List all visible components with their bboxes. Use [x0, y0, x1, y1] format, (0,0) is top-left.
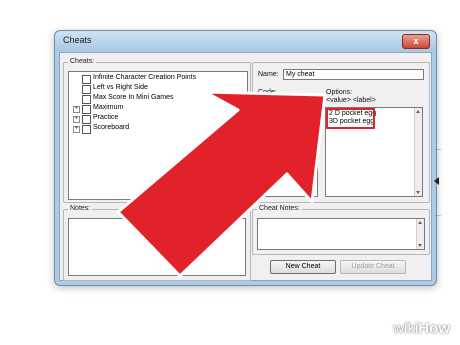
cheat-notes-textarea[interactable] [257, 218, 425, 250]
expand-plus-icon[interactable]: + [73, 106, 80, 113]
splitter-grip-top[interactable]: ... [435, 145, 441, 152]
collapse-arrow-icon[interactable] [434, 177, 439, 185]
new-cheat-button[interactable]: New Cheat [270, 260, 336, 274]
cheat-checkbox[interactable] [82, 85, 91, 94]
close-button[interactable]: x [402, 34, 430, 49]
cheat-checkbox[interactable] [82, 125, 91, 134]
options-format-hint: <value> <label> [326, 97, 376, 104]
cheats-group-label: Cheats: [68, 58, 97, 65]
wikihow-logo: wikiHow [393, 320, 450, 337]
cheat-tree-label: Left vs Right Side [93, 84, 148, 91]
cheats-tree[interactable]: Infinite Character Creation Points Left v… [68, 71, 248, 200]
code-format-hint: <address> <value> [258, 97, 318, 104]
cheat-tree-label: Maximum [93, 104, 124, 111]
code-line: 8011A800 00?? [262, 110, 311, 117]
splitter-grip-bottom[interactable]: ... [435, 211, 441, 218]
notes-group: Notes: [63, 205, 251, 281]
notes-textarea[interactable] [68, 218, 246, 276]
logo-part-how: How [418, 320, 450, 337]
scroll-down-icon[interactable] [416, 191, 420, 194]
cheat-tree-label: Infinite Character Creation Points [93, 74, 197, 81]
name-input[interactable]: My cheat [283, 69, 424, 80]
cheat-checkbox[interactable] [82, 95, 91, 104]
cheat-tree-label: Max Score In Mini Games [93, 94, 174, 101]
cheat-notes-label: Cheat Notes: [257, 205, 302, 212]
cheat-notes-scrollbar[interactable] [416, 219, 424, 249]
scroll-up-icon[interactable] [416, 110, 420, 113]
cheat-checkbox[interactable] [82, 75, 91, 84]
code-label: Code: [258, 89, 277, 96]
cheat-tree-label: Scoreboard [93, 124, 130, 131]
cheats-group: Cheats: Infinite Character Creation Poin… [63, 58, 251, 203]
window-title: Cheats [63, 35, 92, 45]
client-area: Cheats: Infinite Character Creation Poin… [59, 52, 441, 281]
cheat-tree-label: Practice [93, 114, 119, 121]
options-highlight-box [326, 108, 375, 129]
cheat-notes-group: Cheat Notes: [252, 205, 430, 255]
logo-part-wiki: wiki [393, 320, 419, 337]
expand-plus-icon[interactable]: + [73, 116, 80, 123]
cheat-checkbox[interactable] [82, 115, 91, 124]
cheat-checkbox[interactable] [82, 105, 91, 114]
title-bar[interactable]: Cheats x [55, 31, 436, 51]
name-label: Name: [258, 71, 279, 78]
update-cheat-button[interactable]: Update Cheat [340, 260, 406, 274]
options-scrollbar[interactable] [414, 108, 422, 196]
code-textarea[interactable]: 8011A800 00?? [258, 107, 318, 197]
expand-plus-icon[interactable]: + [73, 126, 80, 133]
scroll-up-icon[interactable] [418, 221, 422, 224]
notes-group-label: Notes: [68, 205, 93, 212]
cheats-window: Cheats x Cheats: Infinite Character Crea… [54, 30, 441, 286]
options-textarea[interactable]: 2 D pocket egg 3D pocket egg [325, 107, 423, 197]
cheat-editor-group: Name: My cheat Code: <address> <value> 8… [252, 62, 430, 203]
scroll-down-icon[interactable] [418, 244, 422, 247]
options-label: Options: [326, 89, 353, 96]
